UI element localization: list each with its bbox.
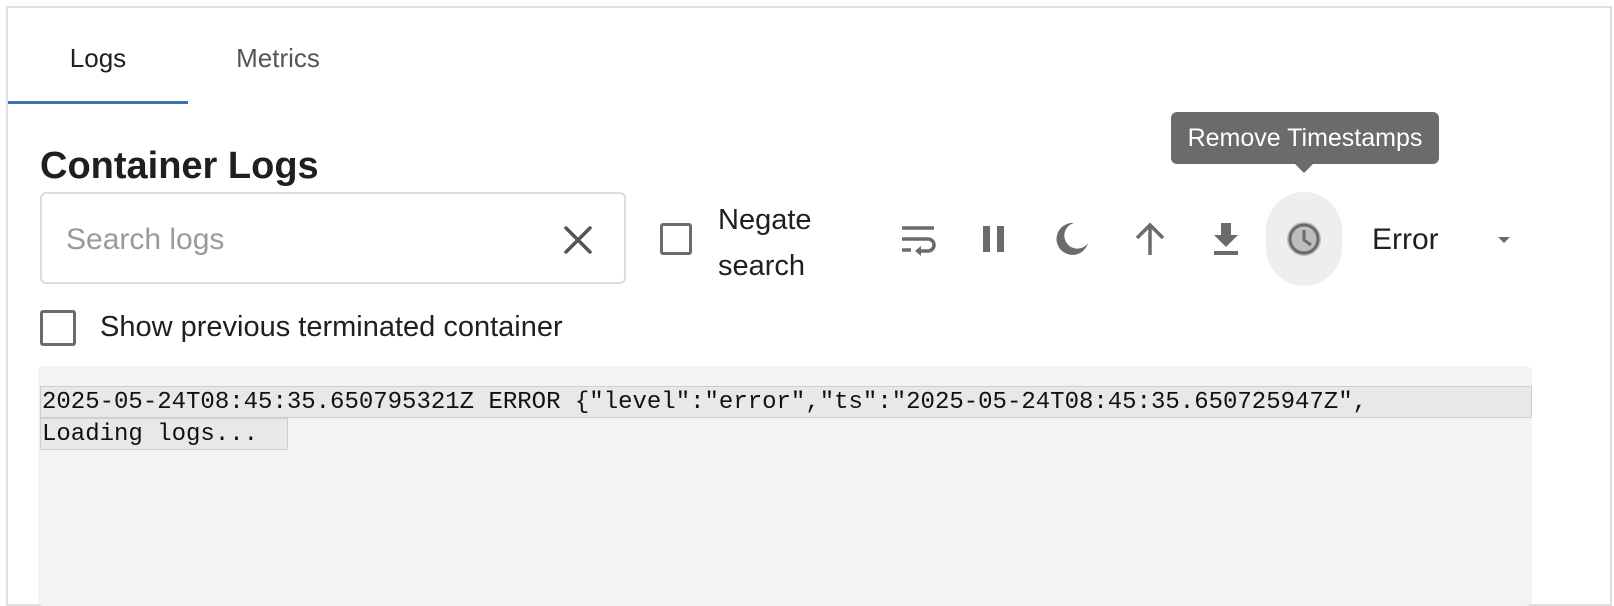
- pause-icon: [983, 226, 1004, 252]
- log-line: 2025-05-24T08:45:35.650795321Z ERROR {"l…: [40, 386, 1532, 418]
- active-tab-indicator: [8, 101, 188, 104]
- pause-button[interactable]: [966, 211, 1022, 267]
- wrap-lines-button[interactable]: [890, 211, 946, 267]
- log-level-select[interactable]: Error: [1368, 212, 1528, 268]
- negate-search-label: Negate search: [718, 204, 812, 282]
- negate-search-checkbox[interactable]: [660, 223, 692, 255]
- tab-logs[interactable]: Logs: [8, 8, 188, 104]
- remove-timestamps-tooltip: Remove Timestamps: [1171, 112, 1439, 173]
- close-icon[interactable]: [560, 222, 596, 258]
- remove-timestamps-button[interactable]: [1266, 192, 1342, 286]
- dark-mode-icon: [1056, 222, 1088, 255]
- tab-bar: Logs Metrics: [8, 8, 408, 104]
- container-logs-panel: Logs Metrics Container Logs Negate searc…: [6, 6, 1612, 606]
- wrap-lines-icon: [902, 226, 936, 256]
- download-icon: [1214, 223, 1238, 255]
- caret-down-icon: [1498, 237, 1510, 243]
- show-previous-container-label: Show previous terminated container: [100, 311, 563, 343]
- tab-metrics[interactable]: Metrics: [188, 8, 368, 104]
- clock-icon: [1287, 222, 1321, 256]
- log-viewer[interactable]: 2025-05-24T08:45:35.650795321Z ERROR {"l…: [38, 366, 1532, 606]
- show-previous-container-checkbox[interactable]: [40, 310, 76, 346]
- search-field[interactable]: [40, 192, 626, 284]
- download-logs-button[interactable]: [1198, 211, 1254, 267]
- page-title: Container Logs: [40, 145, 319, 187]
- log-level-value: Error: [1372, 223, 1439, 256]
- arrow-up-icon: [1135, 222, 1165, 255]
- search-input[interactable]: [64, 214, 538, 266]
- scroll-to-top-button[interactable]: [1122, 211, 1178, 267]
- log-loading-line: Loading logs...: [40, 418, 288, 450]
- dark-mode-button[interactable]: [1044, 211, 1100, 267]
